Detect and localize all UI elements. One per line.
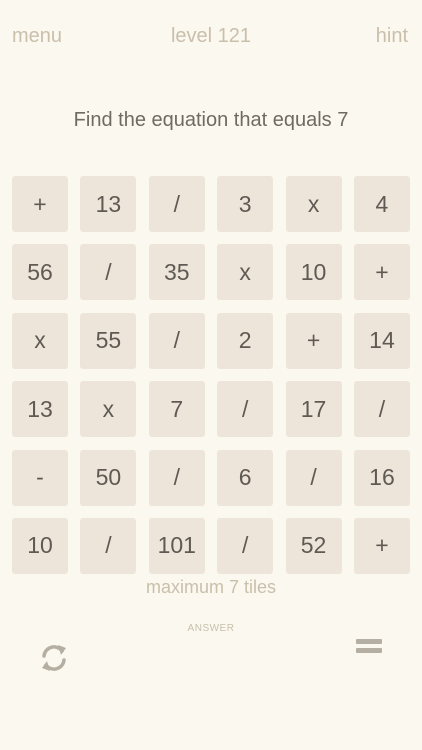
answer-label: ANSWER [187, 623, 235, 634]
tile[interactable]: 55 [80, 312, 137, 369]
tile[interactable]: / [353, 381, 410, 438]
tile[interactable]: 16 [353, 449, 410, 506]
tile[interactable]: 10 [12, 517, 68, 574]
puzzle-instruction: Find the equation that equals 7 [73, 109, 349, 131]
tile[interactable]: / [80, 244, 137, 301]
tile[interactable]: / [80, 517, 137, 574]
tile[interactable]: + [353, 244, 410, 301]
tile[interactable]: + [285, 312, 342, 369]
tile[interactable]: x [80, 381, 137, 438]
tile[interactable]: / [217, 381, 274, 438]
equals-top-bar [356, 639, 382, 644]
tile[interactable]: 13 [80, 176, 137, 232]
tile[interactable]: 101 [148, 517, 205, 574]
tile-grid: +13/3 x 4 56/35 x 10 + x 55/2 +14 13 x 7/17/-50/6/16… [12, 176, 410, 574]
tile[interactable]: 17 [285, 381, 342, 438]
level-label: level 121 [170, 25, 252, 47]
tile[interactable]: 56 [12, 244, 68, 301]
tile[interactable]: 14 [353, 312, 410, 369]
tile[interactable]: + [12, 176, 68, 232]
refresh-icon[interactable] [36, 640, 72, 676]
top-bar: menu level 121 hint [0, 22, 422, 50]
tile[interactable]: 6 [217, 449, 274, 506]
tile[interactable]: 35 [148, 244, 205, 301]
tile[interactable]: x [12, 312, 68, 369]
tile[interactable]: / [148, 449, 205, 506]
tile[interactable]: 4 [353, 176, 410, 232]
tile[interactable]: - [12, 449, 68, 506]
tile[interactable]: 52 [285, 517, 342, 574]
tile[interactable]: + [353, 517, 410, 574]
tile[interactable]: x [285, 176, 342, 232]
tile[interactable]: x [217, 244, 274, 301]
tile[interactable]: / [148, 176, 205, 232]
tile[interactable]: 10 [285, 244, 342, 301]
max-tiles-label: maximum 7 tiles [145, 577, 277, 597]
tile[interactable]: 3 [217, 176, 274, 232]
equals-bottom-bar [356, 648, 382, 653]
tile[interactable]: / [285, 449, 342, 506]
tile[interactable]: 2 [217, 312, 274, 369]
equals-icon[interactable] [356, 637, 382, 657]
tile[interactable]: / [217, 517, 274, 574]
tile[interactable]: 50 [80, 449, 137, 506]
tile[interactable]: / [148, 312, 205, 369]
tile[interactable]: 7 [148, 381, 205, 438]
hint-button[interactable]: hint [376, 22, 408, 50]
tile[interactable]: 13 [12, 381, 68, 438]
